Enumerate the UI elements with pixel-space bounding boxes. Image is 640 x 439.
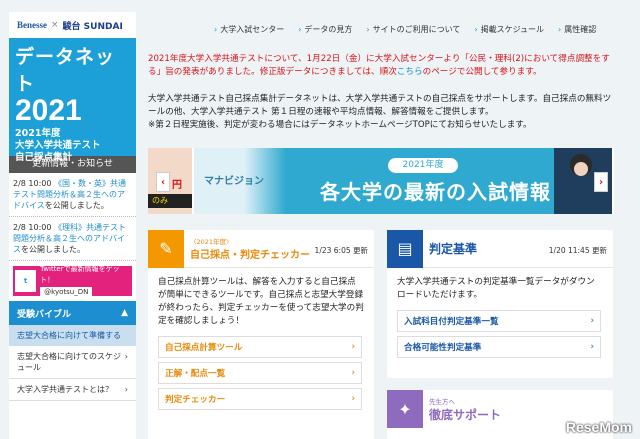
bible-item-label: 大学入学共通テストとは？ bbox=[17, 385, 113, 394]
intro-note: ※第２日程実施後、判定が変わる場合にはデータネットホームページTOPにてお知らせ… bbox=[148, 120, 532, 130]
news-text: を公開しました。 bbox=[21, 245, 85, 254]
twitter-text-block: Twitterで最新情報をゲット！ @kyotsu_DN bbox=[40, 264, 130, 298]
nav-link-data-guide[interactable]: › データの見方 bbox=[298, 24, 352, 35]
card-judgement-criteria: ▤ 判定基準 1/20 11:45 更新 大学入学共通テストの判定基準一覧データ… bbox=[387, 229, 613, 378]
card-title: 判定基準 bbox=[429, 242, 478, 256]
benesse-logo: Benesse bbox=[17, 20, 47, 30]
banner-prev-text: 円 bbox=[172, 180, 182, 191]
banner-prev-caption: のみ bbox=[148, 194, 192, 208]
news-item: 2/8 10:00 《理科》共通テスト問題分析＆高２生へのアドバイスを公開しまし… bbox=[9, 217, 136, 261]
nav-link-label: 大学入試センター bbox=[220, 25, 285, 34]
link-pass-criteria[interactable]: 合格可能性判定基準 › bbox=[397, 336, 601, 358]
card-title: 先生方へ 徹底サポート bbox=[429, 396, 501, 423]
bible-item[interactable]: 志望大合格に向けてのスケジュール › bbox=[9, 346, 136, 379]
notice-text: のページで公開して参ります。 bbox=[422, 67, 542, 77]
watermark: ReseMom bbox=[565, 419, 632, 435]
chevron-right-icon: › bbox=[474, 25, 478, 34]
chevron-right-icon: › bbox=[590, 342, 594, 352]
banner-prev-slide[interactable]: 円 のみ bbox=[148, 148, 192, 214]
nav-link-site-usage[interactable]: › サイトのご利用について bbox=[366, 24, 460, 35]
chevron-right-icon: › bbox=[366, 25, 370, 34]
nav-link-attribute[interactable]: › 属性確認 bbox=[558, 24, 596, 35]
hero-sub-line: 自己採点集計 bbox=[15, 152, 73, 163]
bible-heading[interactable]: 受験バイブル ▲ bbox=[9, 301, 136, 325]
sidebar: Benesse × 駿台 SUNDAI データネット 2021 2021年度 大… bbox=[9, 12, 136, 439]
twitter-banner[interactable]: t Twitterで最新情報をゲット！ @kyotsu_DN bbox=[13, 264, 132, 298]
hero-sub-line: 大学入学共通テスト bbox=[15, 140, 101, 151]
chevron-right-icon: › bbox=[124, 385, 128, 394]
bible-item-label: 志望大合格に向けてのスケジュール bbox=[17, 352, 121, 372]
logo-bar[interactable]: Benesse × 駿台 SUNDAI bbox=[9, 12, 136, 38]
chevron-up-icon: ▲ bbox=[121, 308, 128, 318]
card-title-main: 徹底サポート bbox=[429, 407, 502, 422]
banner-title: 各大学の最新の入試情報 bbox=[320, 180, 551, 204]
news-item: 2/8 10:00 《国・数・英》共通テスト問題分析＆高２生へのアドバイスを公開… bbox=[9, 173, 136, 217]
nav-link-center[interactable]: › 大学入試センター bbox=[214, 24, 284, 35]
chevron-right-icon: › bbox=[558, 25, 562, 34]
twitter-handle: @kyotsu_DN bbox=[40, 287, 93, 298]
link-criteria-list[interactable]: 入試科目付判定基準一覧 › bbox=[397, 310, 601, 332]
card-title: 〈2021年度〉 自己採点・判定チェッカー bbox=[190, 236, 310, 261]
card-self-scoring: ✎ 〈2021年度〉 自己採点・判定チェッカー 1/23 6:05 更新 自己採… bbox=[148, 229, 374, 439]
chevron-right-icon: › bbox=[214, 25, 218, 34]
intro-paragraph: 大学入学共通テスト自己採点集計データネットは、大学入学共通テストの自己採点をサポ… bbox=[148, 94, 612, 117]
link-score-calculator[interactable]: 自己採点計算ツール › bbox=[158, 336, 362, 358]
nav-link-label: サイトのご利用について bbox=[372, 25, 461, 34]
card-body: 大学入学共通テストの判定基準一覧データがダウンロードいただけます。 bbox=[397, 277, 595, 300]
news-date: 2/8 10:00 bbox=[13, 223, 52, 232]
bible-item[interactable]: 大学入学共通テストとは？ › bbox=[9, 379, 136, 401]
nav-link-label: データの見方 bbox=[304, 25, 353, 34]
bible-title: 受験バイブル bbox=[17, 309, 72, 320]
card-header: ▤ 判定基準 1/20 11:45 更新 bbox=[387, 229, 613, 268]
megaphone-icon: ✦ bbox=[387, 390, 423, 428]
banner-carousel[interactable]: 円 のみ マナビジョン 2021年度 各大学の最新の入試情報 ‹ › bbox=[148, 148, 614, 214]
card-updated: 1/23 6:05 更新 bbox=[314, 246, 368, 255]
link-label: 入試科目付判定基準一覧 bbox=[404, 317, 499, 327]
news-date: 2/8 10:00 bbox=[13, 179, 52, 188]
intro: 大学入学共通テスト自己採点集計データネットは、大学入学共通テストの自己採点をサポ… bbox=[148, 93, 618, 132]
chevron-right-icon: › bbox=[590, 316, 594, 326]
link-label: 自己採点計算ツール bbox=[165, 343, 243, 353]
link-label: 合格可能性判定基準 bbox=[404, 343, 482, 353]
link-label: 正解・配点一覧 bbox=[165, 369, 226, 379]
notice-link[interactable]: こちら bbox=[397, 67, 423, 77]
manabivision-logo: マナビジョン bbox=[204, 176, 264, 187]
hero-sub-line: 2021年度 bbox=[15, 128, 61, 139]
chevron-right-icon: › bbox=[351, 394, 355, 404]
bible-subheading: 志望大合格に向けて準備する bbox=[9, 325, 136, 346]
banner-next-button[interactable]: › bbox=[594, 172, 608, 192]
nav-link-schedule[interactable]: › 掲載スケジュール bbox=[474, 24, 544, 35]
twitter-bird-icon: t bbox=[15, 270, 37, 292]
banner-slide[interactable]: マナビジョン 2021年度 各大学の最新の入試情報 bbox=[194, 148, 612, 214]
logo-separator: × bbox=[51, 20, 59, 30]
news-text: を公開しました。 bbox=[44, 201, 109, 210]
chevron-right-icon: › bbox=[124, 352, 128, 361]
card-title-small: 〈2021年度〉 bbox=[190, 238, 233, 246]
nav-link-label: 属性確認 bbox=[564, 25, 597, 34]
hero-title: データネット bbox=[15, 46, 116, 95]
chevron-right-icon: › bbox=[351, 368, 355, 378]
hero-sub: 2021年度 大学入学共通テスト 自己採点集計 bbox=[15, 128, 130, 164]
link-label: 判定チェッカー bbox=[165, 395, 226, 405]
card-header: ✎ 〈2021年度〉 自己採点・判定チェッカー 1/23 6:05 更新 bbox=[148, 229, 374, 268]
link-answer-list[interactable]: 正解・配点一覧 › bbox=[158, 362, 362, 384]
document-icon: ▤ bbox=[387, 229, 423, 268]
chevron-right-icon: › bbox=[351, 342, 355, 352]
nav-link-label: 掲載スケジュール bbox=[480, 25, 545, 34]
hero-logo[interactable]: データネット 2021 2021年度 大学入学共通テスト 自己採点集計 bbox=[9, 38, 136, 163]
top-nav: › 大学入試センター › データの見方 › サイトのご利用について › 掲載スケジュール… bbox=[214, 24, 596, 35]
twitter-text: Twitterで最新情報をゲット！ bbox=[40, 265, 120, 284]
banner-prev-button[interactable]: ‹ bbox=[156, 172, 170, 192]
link-judgement-checker[interactable]: 判定チェッカー › bbox=[158, 388, 362, 410]
banner-year-pill: 2021年度 bbox=[388, 158, 458, 173]
sundai-logo: 駿台 SUNDAI bbox=[62, 21, 123, 32]
card-updated: 1/20 11:45 更新 bbox=[548, 246, 607, 255]
chevron-right-icon: › bbox=[298, 25, 302, 34]
card-body: 自己採点計算ツールは、解答を入力すると自己採点が簡単にできるツールです。自己採点… bbox=[158, 277, 364, 326]
notice: 2021年度大学入学共通テストについて、1月22日（金）に大学入試センターより「… bbox=[148, 53, 618, 79]
card-title-small: 先生方へ bbox=[429, 397, 455, 406]
hero-year: 2021 bbox=[15, 94, 82, 127]
card-title-main: 自己採点・判定チェッカー bbox=[190, 250, 310, 261]
pencil-icon: ✎ bbox=[148, 229, 184, 268]
